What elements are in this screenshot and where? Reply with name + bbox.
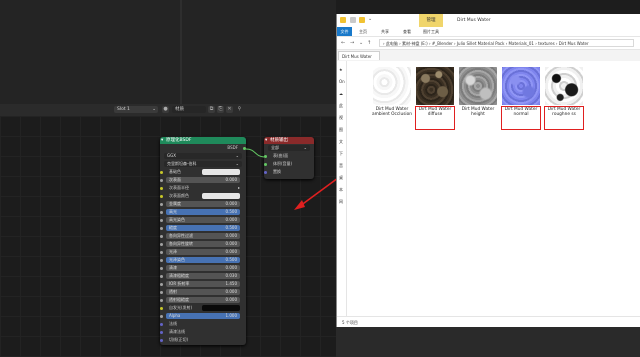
ribbon-file-tab[interactable]: 文件: [337, 27, 352, 36]
ribbon-tabs: 文件 主页 共享 查看 图片工具: [337, 27, 640, 37]
manage-tab[interactable]: 管理: [419, 14, 443, 27]
annotation-highlight-box: [544, 106, 584, 130]
nav-pane-item[interactable]: 下: [339, 151, 343, 157]
chevron-down-icon[interactable]: ⌄: [368, 16, 372, 22]
file-tile[interactable]: Dirt Mud Water height: [457, 65, 499, 133]
file-name: Dirt Mud Water height: [461, 107, 495, 118]
quick-access-icon[interactable]: [350, 17, 356, 23]
image-thumbnail: [416, 67, 454, 105]
nav-pane-item[interactable]: 音: [339, 163, 343, 169]
address-bar[interactable]: › 此电脑 › 素材-神盘 (E:) › #_Blender › Julio S…: [379, 39, 634, 47]
image-thumbnail: [502, 67, 540, 105]
file-tile[interactable]: Dirt Mud Water ambient Occlusion: [371, 65, 413, 133]
nav-pane-item[interactable]: ☁: [339, 91, 343, 96]
new-folder-icon[interactable]: [359, 17, 365, 23]
navigation-pane: ★ On ☁ 此视图文下音桌本网: [337, 61, 347, 316]
nav-pane-item[interactable]: 视: [339, 115, 343, 121]
nav-pane-item[interactable]: 图: [339, 127, 343, 133]
file-tile[interactable]: Dirt Mud Water normal: [500, 65, 542, 133]
ribbon-picture-tools-tab[interactable]: 图片工具: [423, 27, 439, 36]
explorer-titlebar: ⌄ 管理 Dirt Mus Water: [337, 14, 640, 27]
navigation-bar: ← → ⌄ ↑ › 此电脑 › 素材-神盘 (E:) › #_Blender ›…: [337, 37, 640, 50]
annotation-arrowhead: [294, 200, 305, 210]
status-bar: 5 个项目: [337, 316, 640, 327]
image-thumbnail: [373, 67, 411, 105]
file-tile[interactable]: Dirt Mud Water roughne ss: [543, 65, 585, 133]
nav-pane-item[interactable]: On: [339, 79, 345, 84]
nav-pane-item[interactable]: 桌: [339, 175, 343, 181]
up-arrow-icon[interactable]: ↑: [367, 40, 371, 46]
folder-tab[interactable]: Dirt Mus Water: [338, 51, 380, 60]
back-arrow-icon[interactable]: ←: [341, 40, 345, 46]
node-link-wire: [245, 148, 265, 158]
nav-pane-item[interactable]: 文: [339, 139, 343, 145]
file-list: Dirt Mud Water ambient Occlusion Dirt Mud…: [347, 61, 640, 316]
nav-pane-item[interactable]: ★: [339, 67, 343, 72]
address-path: › 此电脑 › 素材-神盘 (E:) › #_Blender › Julio S…: [383, 41, 589, 46]
ribbon-home-tab[interactable]: 主页: [359, 27, 367, 36]
image-thumbnail: [545, 67, 583, 105]
image-thumbnail: [459, 67, 497, 105]
nav-pane-item[interactable]: 此: [339, 103, 343, 109]
file-name: Dirt Mud Water ambient Occlusion: [372, 107, 412, 118]
chevron-down-icon[interactable]: ⌄: [359, 40, 363, 46]
desktop-bottom: [336, 327, 640, 357]
window-title: Dirt Mus Water: [457, 18, 491, 23]
ribbon-share-tab[interactable]: 共享: [381, 27, 389, 36]
forward-arrow-icon[interactable]: →: [350, 40, 354, 46]
ribbon-view-tab[interactable]: 查看: [403, 27, 411, 36]
file-explorer-window: ⌄ 管理 Dirt Mus Water 文件 主页 共享 查看 图片工具 ← →…: [336, 14, 640, 327]
nav-pane-item[interactable]: 网: [339, 199, 343, 205]
folder-tabs: Dirt Mus Water: [337, 50, 640, 60]
annotation-highlight-box: [501, 106, 541, 130]
file-tile[interactable]: Dirt Mud Water diffuse: [414, 65, 456, 133]
annotation-highlight-box: [415, 106, 455, 130]
folder-icon: [340, 17, 346, 23]
nav-pane-item[interactable]: 本: [339, 187, 343, 193]
